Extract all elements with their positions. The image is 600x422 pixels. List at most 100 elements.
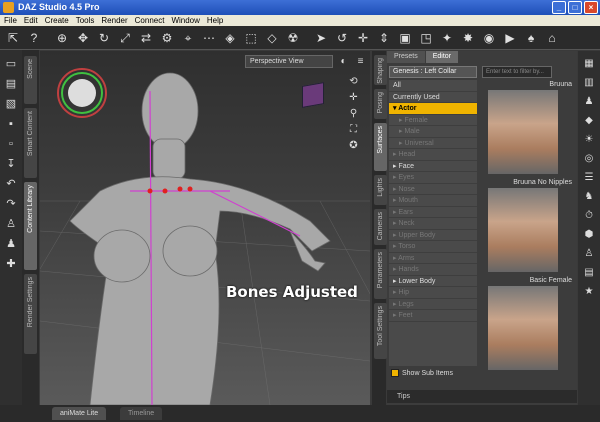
tools-icon[interactable]: ✚ bbox=[3, 256, 19, 272]
surface-icon[interactable]: ◆ bbox=[582, 114, 596, 128]
shape-icon[interactable]: ▥ bbox=[582, 76, 596, 90]
category-item[interactable]: ▾ Actor bbox=[389, 103, 477, 115]
pointer-icon[interactable]: ➤ bbox=[312, 29, 330, 47]
category-item[interactable]: ▸ Male bbox=[389, 126, 477, 138]
tab-timeline[interactable]: Timeline bbox=[120, 407, 163, 420]
new-icon[interactable]: ▭ bbox=[3, 56, 19, 72]
orbit-view-icon[interactable]: ⟲ bbox=[347, 75, 360, 88]
show-sub-items-checkbox[interactable] bbox=[391, 369, 399, 377]
orbit-icon[interactable]: ↺ bbox=[333, 29, 351, 47]
camera-icon[interactable]: ◉ bbox=[480, 29, 498, 47]
material-icon[interactable]: ⬢ bbox=[582, 228, 596, 242]
category-item[interactable]: ▸ Hip bbox=[389, 287, 477, 299]
tab-cameras[interactable]: Cameras bbox=[374, 209, 387, 245]
pan-icon[interactable]: ✛ bbox=[354, 29, 372, 47]
category-item[interactable]: ▸ Neck bbox=[389, 218, 477, 230]
rigging-icon[interactable]: ⌖ bbox=[179, 29, 197, 47]
merge-icon[interactable]: ▧ bbox=[3, 96, 19, 112]
perspective-icon[interactable]: ◳ bbox=[417, 29, 435, 47]
category-item[interactable]: ▸ Hands bbox=[389, 264, 477, 276]
category-item[interactable]: ▸ Face bbox=[389, 161, 477, 172]
scene-icon[interactable]: ▤ bbox=[582, 266, 596, 280]
tab-shaping[interactable]: Shaping bbox=[374, 55, 387, 85]
category-item[interactable]: ▸ Feet bbox=[389, 310, 477, 322]
tab-tool-settings[interactable]: Tool Settings bbox=[374, 303, 387, 359]
preset-thumbnail[interactable]: Basic Female bbox=[482, 276, 576, 370]
joint-editor-icon[interactable]: ⚙ bbox=[158, 29, 176, 47]
primitive-icon[interactable]: ☢ bbox=[284, 29, 302, 47]
light-icon[interactable]: ☀ bbox=[582, 133, 596, 147]
aniblocks-icon[interactable]: ♞ bbox=[582, 190, 596, 204]
spot-render-icon[interactable]: ✦ bbox=[438, 29, 456, 47]
light-icon[interactable]: ✸ bbox=[459, 29, 477, 47]
tab-surfaces[interactable]: Surfaces bbox=[374, 123, 387, 171]
dolly-icon[interactable]: ⇕ bbox=[375, 29, 393, 47]
redo-icon[interactable]: ↷ bbox=[3, 196, 19, 212]
render-icon[interactable]: ★ bbox=[582, 285, 596, 299]
category-item[interactable]: ▸ Head bbox=[389, 149, 477, 161]
menu-create[interactable]: Create bbox=[45, 15, 69, 26]
figure-icon[interactable]: ♙ bbox=[582, 247, 596, 261]
geometry-editor-icon[interactable]: ◇ bbox=[263, 29, 281, 47]
tab-scene[interactable]: Scene bbox=[24, 56, 37, 104]
tab-lights[interactable]: Lights bbox=[374, 175, 387, 205]
help-cursor-icon[interactable]: ⇱ bbox=[4, 29, 22, 47]
tab-parameters[interactable]: Parameters bbox=[374, 249, 387, 299]
universal-tool-icon[interactable]: ✥ bbox=[74, 29, 92, 47]
pose-icon[interactable]: ♟ bbox=[582, 95, 596, 109]
rooster-icon[interactable]: ♠ bbox=[522, 29, 540, 47]
pose-icon[interactable]: ♟ bbox=[3, 236, 19, 252]
category-item[interactable]: All bbox=[389, 80, 477, 92]
close-button[interactable]: × bbox=[584, 1, 598, 14]
save-as-icon[interactable]: ▫ bbox=[3, 136, 19, 152]
figure-select[interactable]: Genesis : Left Collar bbox=[389, 66, 477, 78]
viewport[interactable]: Perspective View ◐ ≡ ⟲ ✛ ⚲ ⛶ ✪ Bones Adj… bbox=[40, 51, 370, 405]
menu-edit[interactable]: Edit bbox=[24, 15, 38, 26]
minimize-button[interactable]: _ bbox=[552, 1, 566, 14]
zoom-view-icon[interactable]: ⚲ bbox=[347, 107, 360, 120]
category-item[interactable]: ▸ Upper Body bbox=[389, 230, 477, 241]
surface-selection-icon[interactable]: ◈ bbox=[221, 29, 239, 47]
save-icon[interactable]: ▪ bbox=[3, 116, 19, 132]
figure-icon[interactable]: ♙ bbox=[3, 216, 19, 232]
view-menu-icon[interactable]: ≡ bbox=[354, 55, 367, 68]
tab-animate-lite[interactable]: aniMate Lite bbox=[52, 407, 107, 420]
render-icon[interactable]: ▶ bbox=[501, 29, 519, 47]
menu-help[interactable]: Help bbox=[207, 15, 223, 26]
category-item[interactable]: ▸ Legs bbox=[389, 299, 477, 310]
category-item[interactable]: ▸ Lower Body bbox=[389, 276, 477, 287]
node-weight-icon[interactable]: ⬚ bbox=[242, 29, 260, 47]
display-style-icon[interactable]: ◐ bbox=[337, 55, 350, 68]
tab-render-settings[interactable]: Render Settings bbox=[24, 274, 37, 354]
filter-input[interactable]: Enter text to filter by... bbox=[482, 66, 552, 78]
category-item[interactable]: ▸ Universal bbox=[389, 138, 477, 149]
category-item[interactable]: ▸ Eyes bbox=[389, 172, 477, 184]
parameters-icon[interactable]: ☰ bbox=[582, 171, 596, 185]
region-navigator-icon[interactable]: ⋯ bbox=[200, 29, 218, 47]
preset-thumbnail[interactable]: Bruuna bbox=[482, 80, 576, 174]
scale-tool-icon[interactable]: ⤢ bbox=[116, 29, 134, 47]
category-item[interactable]: Currently Used bbox=[389, 92, 477, 103]
category-item[interactable]: ▸ Ears bbox=[389, 207, 477, 218]
tab-presets[interactable]: Presets bbox=[387, 51, 425, 63]
show-sub-items[interactable]: Show Sub Items bbox=[391, 369, 453, 377]
tab-smart-content[interactable]: Smart Content bbox=[24, 108, 37, 178]
tab-content-library[interactable]: Content Library bbox=[24, 182, 37, 270]
maximize-button[interactable]: □ bbox=[568, 1, 582, 14]
category-item[interactable]: ▸ Arms bbox=[389, 253, 477, 264]
node-select-icon[interactable]: ⊕ bbox=[53, 29, 71, 47]
frame-icon[interactable]: ▣ bbox=[396, 29, 414, 47]
translate-tool-icon[interactable]: ⇄ bbox=[137, 29, 155, 47]
tab-editor[interactable]: Editor bbox=[425, 51, 459, 63]
menu-render[interactable]: Render bbox=[101, 15, 127, 26]
tips-bar[interactable]: Tips bbox=[387, 390, 577, 403]
open-icon[interactable]: ▤ bbox=[3, 76, 19, 92]
import-icon[interactable]: ↧ bbox=[3, 156, 19, 172]
menu-file[interactable]: File bbox=[4, 15, 17, 26]
timeline-icon[interactable]: ⏱ bbox=[582, 209, 596, 223]
help-icon[interactable]: ? bbox=[25, 29, 43, 47]
snapshot-icon[interactable]: ⌂ bbox=[543, 29, 561, 47]
category-item[interactable]: ▸ Female bbox=[389, 115, 477, 126]
undo-icon[interactable]: ↶ bbox=[3, 176, 19, 192]
tab-posing[interactable]: Posing bbox=[374, 89, 387, 119]
